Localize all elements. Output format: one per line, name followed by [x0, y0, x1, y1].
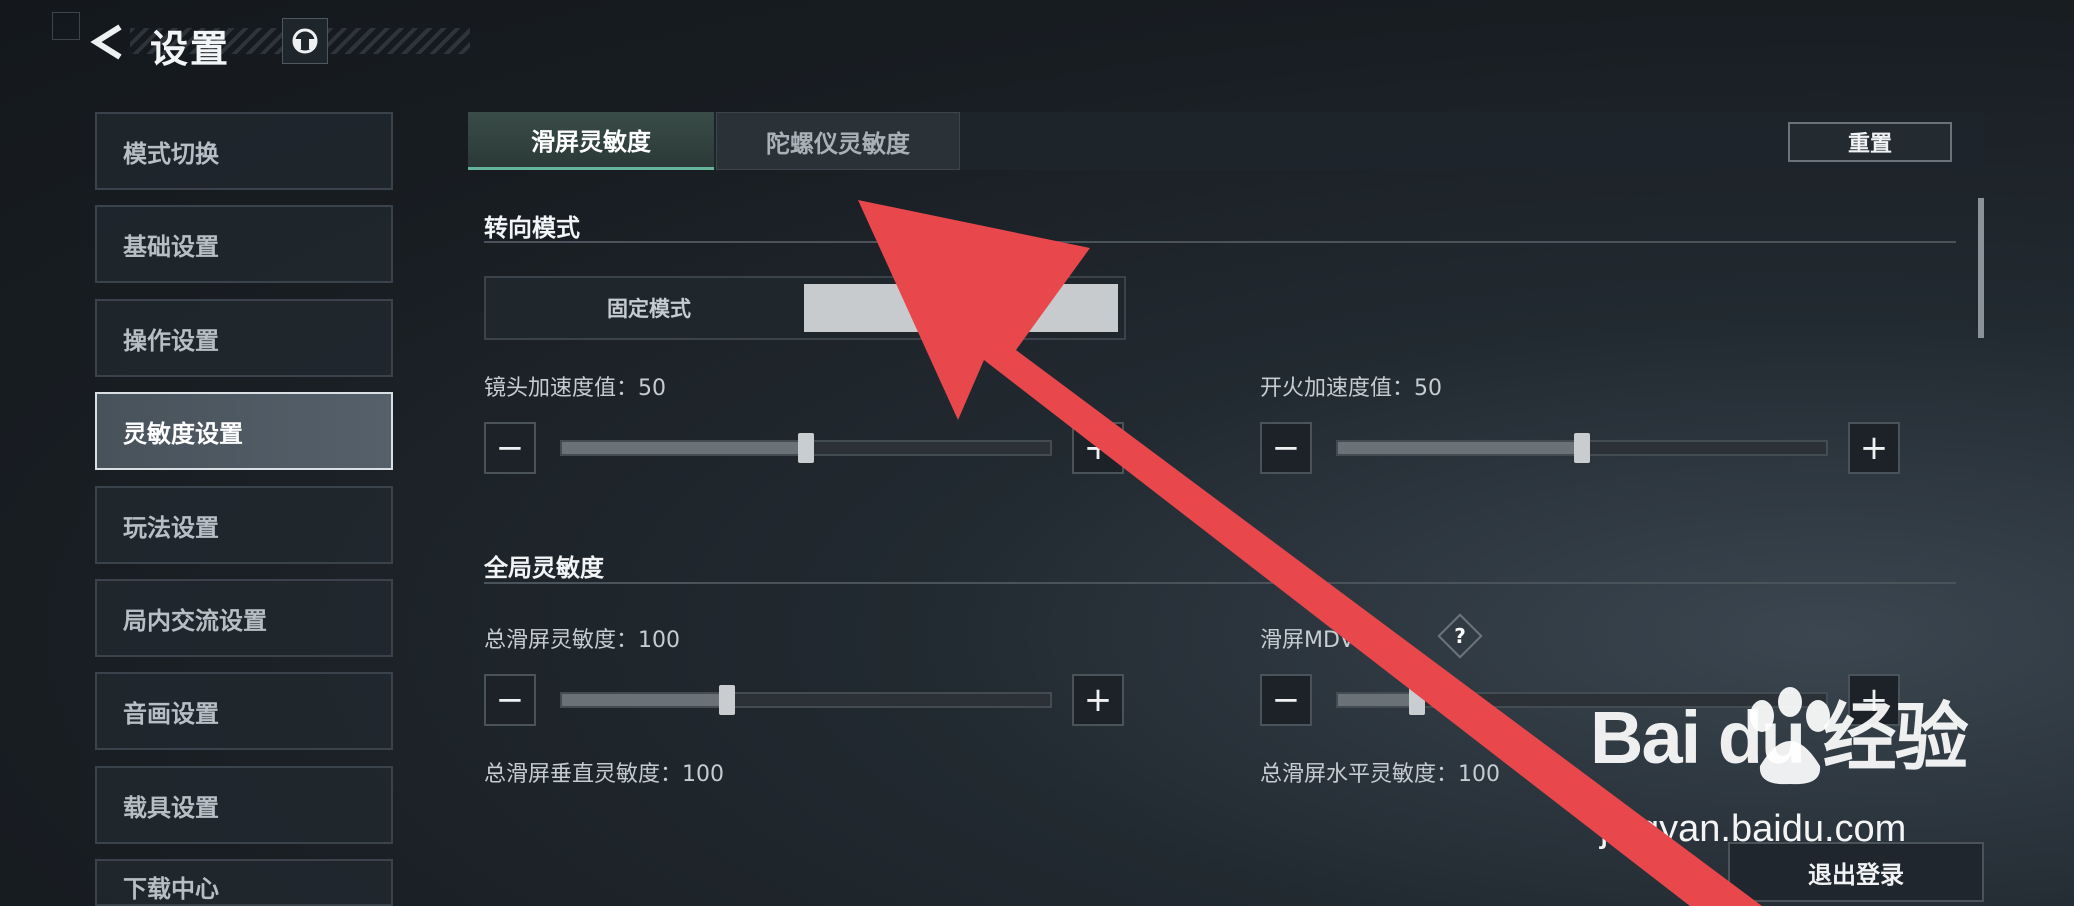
- annotation-arrow-icon: [858, 200, 1762, 906]
- annotation-arrow: [858, 200, 1762, 906]
